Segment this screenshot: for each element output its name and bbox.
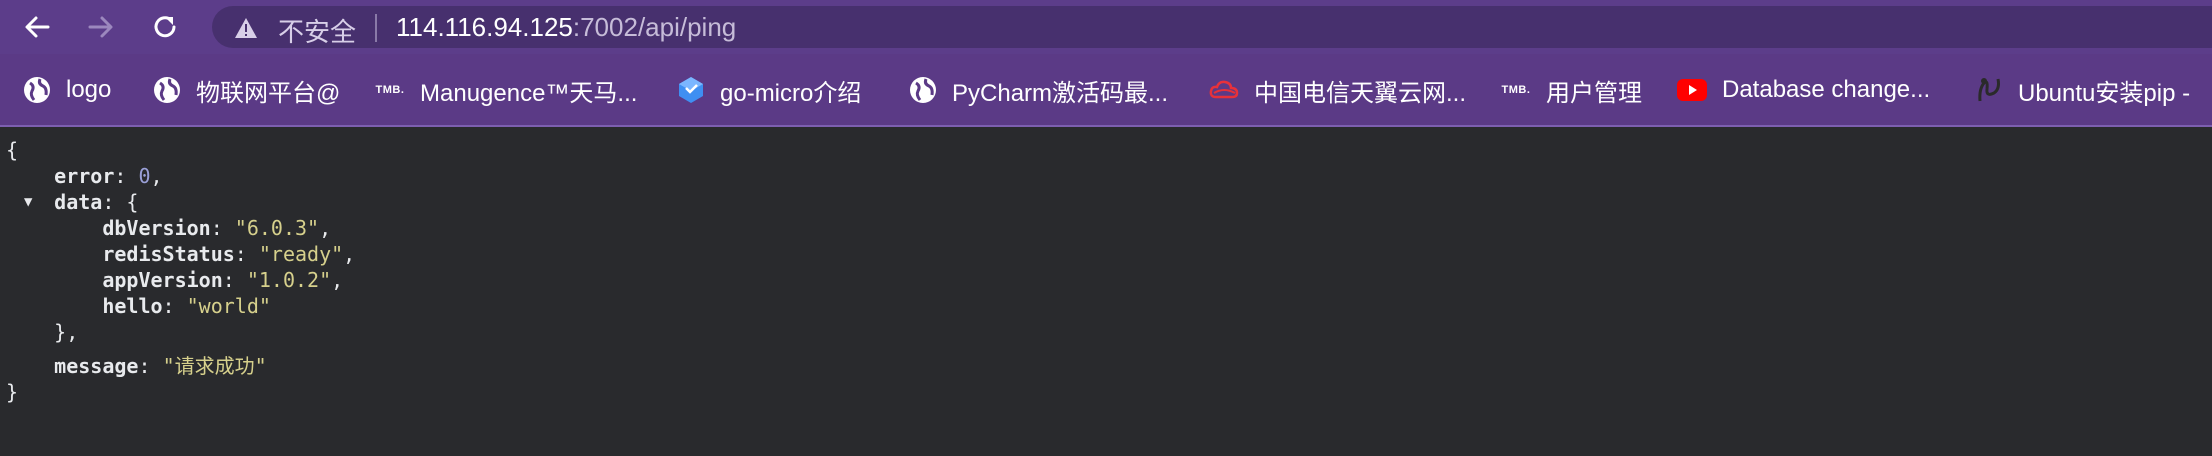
bookmark-label: Manugence™天马... [420,79,638,107]
json-string: "请求成功" [162,354,267,378]
bookmarks-bar: logo 物联网平台@ TMB. Manugence™天马... go-micr… [0,68,2212,112]
url-text: 114.116.94.125:7002/api/ping [396,12,736,43]
bookmark-label: logo [66,76,112,103]
youtube-icon [1677,79,1707,101]
bookmark-label: PyCharm激活码最... [952,79,1169,107]
omnibox-divider [375,14,377,42]
cube-icon [679,77,703,103]
json-key: dbVersion [102,216,211,240]
browser-chrome: 不安全 114.116.94.125:7002/api/ping logo 物联… [0,0,2212,127]
json-key: appVersion [102,268,223,292]
bookmark-label: go-micro介绍 [720,79,862,107]
reload-icon [154,16,176,38]
bookmark-label: 物联网平台@ [196,79,341,107]
bookmark-label: Database change... [1722,76,1931,103]
json-viewer: { error: 0, ▼ data: { dbVersion: "6.0.3"… [6,137,355,405]
bookmark-database-change[interactable]: Database change... [1676,72,1930,108]
json-key: data [54,190,103,214]
address-bar[interactable]: 不安全 114.116.94.125:7002/api/ping [212,6,2212,48]
bookmark-label: 中国电信天翼云网... [1254,79,1467,107]
json-line: redisStatus: "ready", [102,242,356,266]
json-line: hello: "world" [102,294,271,318]
bookmark-label: 用户管理 [1546,79,1642,107]
bookmark-ctyun[interactable]: 中国电信天翼云网... [1208,72,1466,108]
back-button[interactable] [18,8,56,46]
tmb-icon: TMB. [1501,84,1531,96]
json-number: 0 [138,164,151,188]
ubuntu-icon [1978,78,2000,102]
bookmark-iot-platform[interactable]: 物联网平台@ [152,72,340,108]
json-brace: { [6,138,19,162]
collapse-triangle-icon[interactable]: ▼ [24,189,32,215]
cloud-icon [1209,80,1239,99]
json-line: { [6,137,355,163]
globe-icon [24,77,50,103]
bookmark-manugence[interactable]: TMB. Manugence™天马... [374,72,638,108]
json-string: "world" [186,294,271,318]
bookmark-label: Ubuntu安装pip - [2018,79,2191,107]
json-line: dbVersion: "6.0.3", [102,216,332,240]
forward-button[interactable] [82,8,120,46]
json-line: ▼ data: { [24,189,139,215]
bookmark-user-management[interactable]: TMB. 用户管理 [1500,72,1642,108]
json-string: "ready" [258,242,344,266]
json-line: } [6,379,355,405]
globe-icon [910,77,936,103]
json-line: error: 0, [54,164,163,188]
bookmark-pycharm[interactable]: PyCharm激活码最... [908,72,1168,108]
url-path: :7002/api/ping [572,12,737,42]
insecure-label: 不安全 [278,17,357,47]
json-key: error [54,164,115,188]
bookmark-go-micro[interactable]: go-micro介绍 [676,72,861,108]
json-key: message [54,354,139,378]
json-key: redisStatus [102,242,235,266]
arrow-left-icon [25,16,50,38]
json-brace: } [6,380,19,404]
json-string: "6.0.3" [234,216,320,240]
json-line: message: "请求成功" [54,354,267,378]
json-key: hello [102,294,163,318]
page-content: { error: 0, ▼ data: { dbVersion: "6.0.3"… [0,127,2212,456]
url-host: 114.116.94.125 [396,12,573,42]
browser-toolbar: 不安全 114.116.94.125:7002/api/ping [0,0,2212,54]
warning-icon [235,18,257,38]
tmb-icon: TMB. [375,84,405,96]
reload-button[interactable] [146,8,184,46]
bookmark-ubuntu-pip[interactable]: Ubuntu安装pip - [1974,72,2190,108]
json-line: }, [6,320,79,344]
globe-icon [154,77,180,103]
arrow-right-icon [88,16,113,38]
bookmark-logo[interactable]: logo [22,72,111,108]
json-string: "1.0.2" [246,268,332,292]
json-line: appVersion: "1.0.2", [102,268,344,292]
